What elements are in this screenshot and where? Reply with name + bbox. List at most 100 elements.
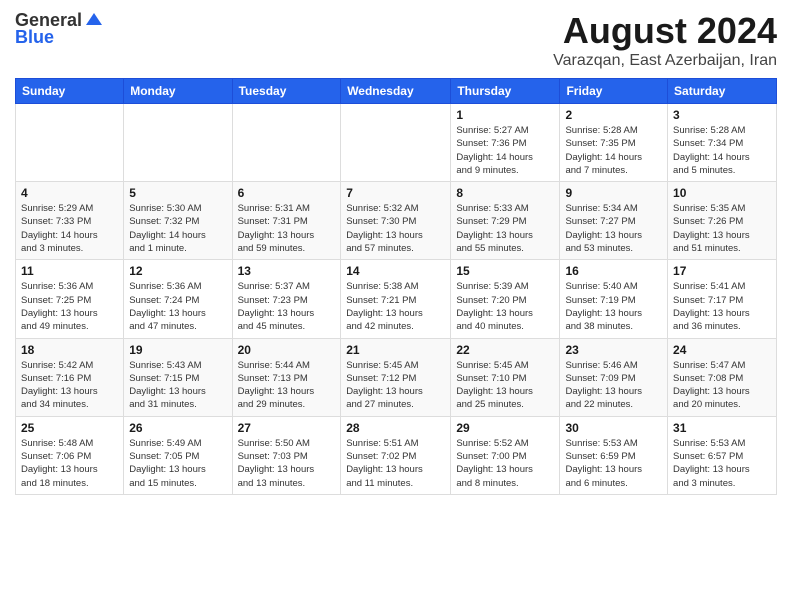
day-info: Sunrise: 5:39 AM Sunset: 7:20 PM Dayligh… <box>456 280 554 333</box>
day-info: Sunrise: 5:51 AM Sunset: 7:02 PM Dayligh… <box>346 437 445 490</box>
calendar-cell: 11 Sunrise: 5:36 AM Sunset: 7:25 PM Dayli… <box>16 260 124 338</box>
calendar-week-4: 18Sunrise: 5:42 AM Sunset: 7:16 PM Dayli… <box>16 338 777 416</box>
calendar-cell: 17 Sunrise: 5:41 AM Sunset: 7:17 PM Dayli… <box>668 260 777 338</box>
day-info: Sunrise: 5:31 AM Sunset: 7:31 PM Dayligh… <box>238 202 336 255</box>
day-number: 4 <box>21 186 118 200</box>
day-info: Sunrise: 5:53 AM Sunset: 6:57 PM Dayligh… <box>673 437 771 490</box>
calendar-cell: 15 Sunrise: 5:39 AM Sunset: 7:20 PM Dayli… <box>451 260 560 338</box>
weekday-header-thursday: Thursday <box>451 79 560 104</box>
day-number: 23 <box>565 343 662 357</box>
calendar-week-1: 1 Sunrise: 5:27 AM Sunset: 7:36 PM Daylig… <box>16 104 777 182</box>
calendar-cell <box>232 104 341 182</box>
calendar-cell: 1 Sunrise: 5:27 AM Sunset: 7:36 PM Daylig… <box>451 104 560 182</box>
calendar-week-2: 4 Sunrise: 5:29 AM Sunset: 7:33 PM Daylig… <box>16 182 777 260</box>
calendar-week-5: 25 Sunrise: 5:48 AM Sunset: 7:06 PM Dayli… <box>16 416 777 494</box>
day-number: 5 <box>129 186 226 200</box>
day-info: Sunrise: 5:35 AM Sunset: 7:26 PM Dayligh… <box>673 202 771 255</box>
day-info: Sunrise: 5:34 AM Sunset: 7:27 PM Dayligh… <box>565 202 662 255</box>
day-info: Sunrise: 5:36 AM Sunset: 7:24 PM Dayligh… <box>129 280 226 333</box>
calendar-cell: 20Sunrise: 5:44 AM Sunset: 7:13 PM Dayli… <box>232 338 341 416</box>
day-info: Sunrise: 5:46 AM Sunset: 7:09 PM Dayligh… <box>565 359 662 412</box>
day-info: Sunrise: 5:33 AM Sunset: 7:29 PM Dayligh… <box>456 202 554 255</box>
day-number: 25 <box>21 421 118 435</box>
day-number: 1 <box>456 108 554 122</box>
day-info: Sunrise: 5:48 AM Sunset: 7:06 PM Dayligh… <box>21 437 118 490</box>
calendar-cell: 24Sunrise: 5:47 AM Sunset: 7:08 PM Dayli… <box>668 338 777 416</box>
day-number: 2 <box>565 108 662 122</box>
calendar-cell: 21 Sunrise: 5:45 AM Sunset: 7:12 PM Dayli… <box>341 338 451 416</box>
day-number: 13 <box>238 264 336 278</box>
day-number: 30 <box>565 421 662 435</box>
day-info: Sunrise: 5:43 AM Sunset: 7:15 PM Dayligh… <box>129 359 226 412</box>
logo-icon <box>84 11 104 31</box>
calendar-cell: 2 Sunrise: 5:28 AM Sunset: 7:35 PM Daylig… <box>560 104 668 182</box>
calendar-cell: 29 Sunrise: 5:52 AM Sunset: 7:00 PM Dayli… <box>451 416 560 494</box>
calendar-cell: 27Sunrise: 5:50 AM Sunset: 7:03 PM Dayli… <box>232 416 341 494</box>
logo: General Blue <box>15 10 104 48</box>
calendar-cell: 30 Sunrise: 5:53 AM Sunset: 6:59 PM Dayli… <box>560 416 668 494</box>
day-number: 8 <box>456 186 554 200</box>
day-number: 12 <box>129 264 226 278</box>
day-info: Sunrise: 5:40 AM Sunset: 7:19 PM Dayligh… <box>565 280 662 333</box>
day-info: Sunrise: 5:36 AM Sunset: 7:25 PM Dayligh… <box>21 280 118 333</box>
calendar-cell: 22 Sunrise: 5:45 AM Sunset: 7:10 PM Dayli… <box>451 338 560 416</box>
day-info: Sunrise: 5:28 AM Sunset: 7:35 PM Dayligh… <box>565 124 662 177</box>
calendar-cell <box>124 104 232 182</box>
day-number: 19 <box>129 343 226 357</box>
calendar-cell: 19 Sunrise: 5:43 AM Sunset: 7:15 PM Dayli… <box>124 338 232 416</box>
day-info: Sunrise: 5:38 AM Sunset: 7:21 PM Dayligh… <box>346 280 445 333</box>
day-number: 15 <box>456 264 554 278</box>
calendar-cell: 18Sunrise: 5:42 AM Sunset: 7:16 PM Dayli… <box>16 338 124 416</box>
calendar-cell: 16 Sunrise: 5:40 AM Sunset: 7:19 PM Dayli… <box>560 260 668 338</box>
calendar-cell: 26 Sunrise: 5:49 AM Sunset: 7:05 PM Dayli… <box>124 416 232 494</box>
day-info: Sunrise: 5:53 AM Sunset: 6:59 PM Dayligh… <box>565 437 662 490</box>
calendar-cell <box>16 104 124 182</box>
weekday-header-row: SundayMondayTuesdayWednesdayThursdayFrid… <box>16 79 777 104</box>
calendar-table: SundayMondayTuesdayWednesdayThursdayFrid… <box>15 78 777 495</box>
day-number: 3 <box>673 108 771 122</box>
day-number: 11 <box>21 264 118 278</box>
day-info: Sunrise: 5:52 AM Sunset: 7:00 PM Dayligh… <box>456 437 554 490</box>
day-number: 29 <box>456 421 554 435</box>
calendar-cell: 31Sunrise: 5:53 AM Sunset: 6:57 PM Dayli… <box>668 416 777 494</box>
day-info: Sunrise: 5:32 AM Sunset: 7:30 PM Dayligh… <box>346 202 445 255</box>
calendar-cell: 13 Sunrise: 5:37 AM Sunset: 7:23 PM Dayli… <box>232 260 341 338</box>
day-info: Sunrise: 5:29 AM Sunset: 7:33 PM Dayligh… <box>21 202 118 255</box>
calendar-cell: 3Sunrise: 5:28 AM Sunset: 7:34 PM Daylig… <box>668 104 777 182</box>
page-header: General Blue August 2024 Varazqan, East … <box>15 10 777 70</box>
calendar-cell: 12 Sunrise: 5:36 AM Sunset: 7:24 PM Dayli… <box>124 260 232 338</box>
calendar-cell: 14 Sunrise: 5:38 AM Sunset: 7:21 PM Dayli… <box>341 260 451 338</box>
day-info: Sunrise: 5:42 AM Sunset: 7:16 PM Dayligh… <box>21 359 118 412</box>
month-title: August 2024 <box>553 10 777 52</box>
weekday-header-wednesday: Wednesday <box>341 79 451 104</box>
title-section: August 2024 Varazqan, East Azerbaijan, I… <box>553 10 777 70</box>
day-info: Sunrise: 5:44 AM Sunset: 7:13 PM Dayligh… <box>238 359 336 412</box>
day-info: Sunrise: 5:47 AM Sunset: 7:08 PM Dayligh… <box>673 359 771 412</box>
calendar-cell <box>341 104 451 182</box>
calendar-cell: 28 Sunrise: 5:51 AM Sunset: 7:02 PM Dayli… <box>341 416 451 494</box>
day-info: Sunrise: 5:37 AM Sunset: 7:23 PM Dayligh… <box>238 280 336 333</box>
day-number: 22 <box>456 343 554 357</box>
day-number: 14 <box>346 264 445 278</box>
day-number: 21 <box>346 343 445 357</box>
day-number: 16 <box>565 264 662 278</box>
calendar-cell: 4 Sunrise: 5:29 AM Sunset: 7:33 PM Daylig… <box>16 182 124 260</box>
day-number: 6 <box>238 186 336 200</box>
day-info: Sunrise: 5:45 AM Sunset: 7:12 PM Dayligh… <box>346 359 445 412</box>
calendar-cell: 8 Sunrise: 5:33 AM Sunset: 7:29 PM Daylig… <box>451 182 560 260</box>
calendar-cell: 25 Sunrise: 5:48 AM Sunset: 7:06 PM Dayli… <box>16 416 124 494</box>
calendar-cell: 10 Sunrise: 5:35 AM Sunset: 7:26 PM Dayli… <box>668 182 777 260</box>
day-number: 28 <box>346 421 445 435</box>
day-number: 10 <box>673 186 771 200</box>
day-info: Sunrise: 5:41 AM Sunset: 7:17 PM Dayligh… <box>673 280 771 333</box>
day-info: Sunrise: 5:45 AM Sunset: 7:10 PM Dayligh… <box>456 359 554 412</box>
calendar-cell: 23 Sunrise: 5:46 AM Sunset: 7:09 PM Dayli… <box>560 338 668 416</box>
day-info: Sunrise: 5:30 AM Sunset: 7:32 PM Dayligh… <box>129 202 226 255</box>
day-info: Sunrise: 5:49 AM Sunset: 7:05 PM Dayligh… <box>129 437 226 490</box>
day-number: 26 <box>129 421 226 435</box>
day-info: Sunrise: 5:50 AM Sunset: 7:03 PM Dayligh… <box>238 437 336 490</box>
day-info: Sunrise: 5:27 AM Sunset: 7:36 PM Dayligh… <box>456 124 554 177</box>
day-number: 17 <box>673 264 771 278</box>
calendar-cell: 7Sunrise: 5:32 AM Sunset: 7:30 PM Daylig… <box>341 182 451 260</box>
weekday-header-tuesday: Tuesday <box>232 79 341 104</box>
